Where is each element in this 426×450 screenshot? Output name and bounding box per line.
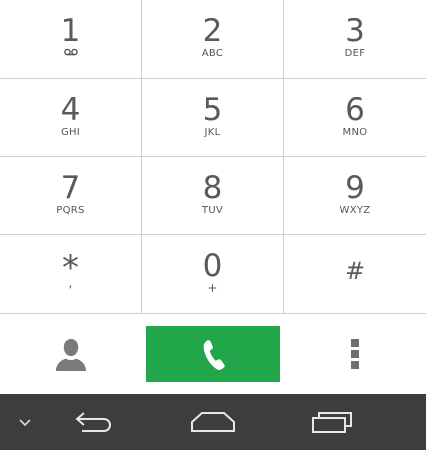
key-digit: 2 [202, 13, 223, 49]
key-letters: DEF [344, 48, 366, 59]
key-digit: 6 [345, 92, 365, 128]
hide-keyboard-button[interactable] [10, 394, 40, 450]
dialpad: 1 2 ABC 3 DEF 4 GHI 5 JKL 6 MNO 7 PQRS 8… [0, 0, 426, 314]
key-digit: 8 [202, 170, 223, 206]
voicemail-icon [63, 48, 78, 56]
back-button[interactable] [64, 394, 124, 450]
contacts-button[interactable] [40, 332, 102, 376]
key-4[interactable]: 4 GHI [0, 79, 142, 157]
key-letters: + [207, 281, 218, 295]
key-digit: 7 [60, 170, 81, 206]
key-letters: TUV [201, 205, 224, 216]
key-digit: 3 [345, 13, 365, 49]
key-9[interactable]: 9 WXYZ [284, 157, 426, 235]
key-2[interactable]: 2 ABC [142, 0, 284, 79]
recent-apps-button[interactable] [302, 394, 362, 450]
key-digit: # [344, 257, 366, 285]
key-letters: PQRS [56, 205, 85, 216]
key-6[interactable]: 6 MNO [284, 79, 426, 157]
chevron-down-icon [19, 419, 31, 427]
key-letters: ABC [201, 48, 224, 59]
key-letters: , [68, 276, 73, 290]
key-digit: 0 [202, 248, 223, 284]
system-navigation-bar [0, 394, 426, 450]
key-letters: WXYZ [339, 205, 371, 216]
overflow-menu-button[interactable] [330, 332, 380, 376]
call-button[interactable] [146, 326, 280, 382]
dialer-action-row [0, 314, 426, 394]
key-0[interactable]: 0 + [142, 235, 284, 314]
overflow-menu-icon [351, 339, 359, 369]
key-3[interactable]: 3 DEF [284, 0, 426, 79]
phone-handset-icon [203, 340, 225, 370]
back-icon [75, 412, 111, 432]
key-5[interactable]: 5 JKL [142, 79, 284, 157]
key-letters: MNO [342, 127, 368, 138]
person-icon [56, 339, 86, 371]
recent-apps-icon [312, 412, 352, 433]
key-hash[interactable]: # [284, 235, 426, 314]
key-8[interactable]: 8 TUV [142, 157, 284, 235]
key-digit: 4 [60, 92, 81, 128]
home-button[interactable] [183, 394, 243, 450]
key-1[interactable]: 1 [0, 0, 142, 79]
key-digit: 9 [345, 170, 365, 206]
key-letters: JKL [204, 127, 221, 138]
key-7[interactable]: 7 PQRS [0, 157, 142, 235]
key-digit: 5 [202, 92, 223, 128]
key-star[interactable]: * , [0, 235, 142, 314]
home-icon [191, 412, 235, 432]
key-digit: 1 [60, 13, 81, 49]
key-letters: GHI [60, 127, 81, 138]
